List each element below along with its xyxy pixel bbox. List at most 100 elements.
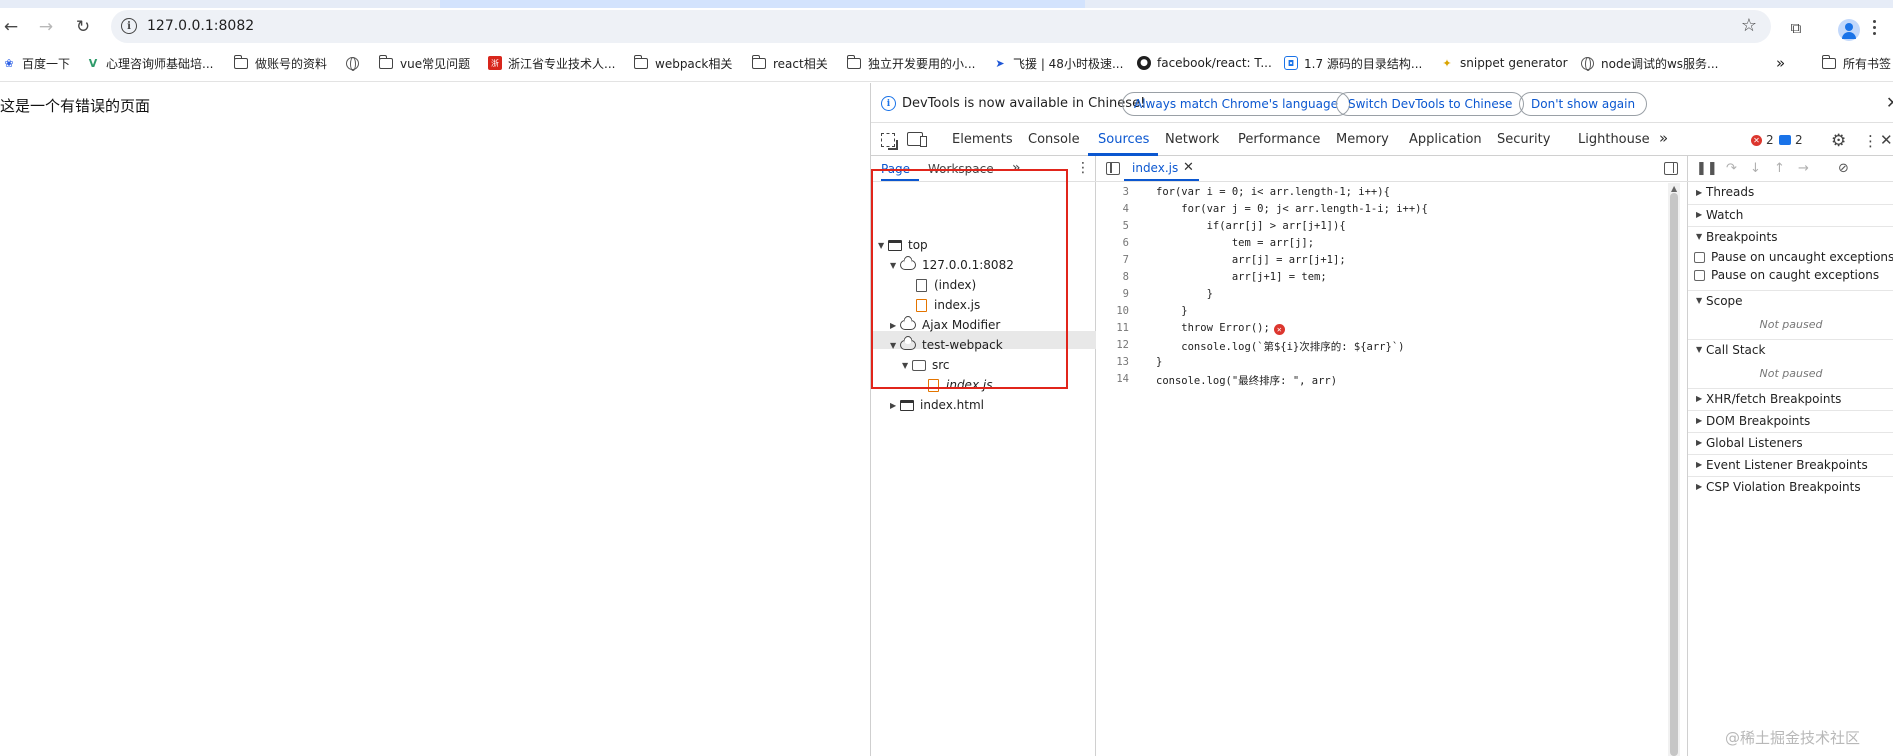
section-xhr-breakpoints[interactable]: ▶ XHR/fetch Breakpoints bbox=[1688, 388, 1893, 408]
tab-performance[interactable]: Performance bbox=[1238, 132, 1320, 147]
toggle-debugger-icon[interactable] bbox=[1664, 162, 1678, 175]
code-text[interactable]: throw Error(); ✕ bbox=[1156, 322, 1285, 335]
code-line[interactable]: 14 console.log("最终排序: ", arr) bbox=[1096, 373, 1666, 390]
bookmark-item[interactable]: node调试的ws服务... bbox=[1581, 54, 1718, 72]
code-text[interactable]: arr[j+1] = tem; bbox=[1156, 271, 1327, 283]
bookmark-item[interactable]: 独立开发要用的小... bbox=[846, 54, 975, 72]
bookmark-item[interactable]: ➤ 飞援 | 48小时极速... bbox=[993, 54, 1123, 72]
settings-gear-icon[interactable]: ⚙ bbox=[1831, 131, 1846, 151]
message-count-badge[interactable]: 2 bbox=[1779, 133, 1803, 147]
reload-button[interactable]: ↻ bbox=[72, 16, 94, 38]
section-dom-breakpoints[interactable]: ▶ DOM Breakpoints bbox=[1688, 410, 1893, 430]
code-line[interactable]: 9 } bbox=[1096, 288, 1666, 305]
section-watch[interactable]: ▶ Watch bbox=[1688, 204, 1893, 224]
inline-error-icon[interactable]: ✕ bbox=[1273, 324, 1285, 335]
code-text[interactable]: arr[j] = arr[j+1]; bbox=[1156, 254, 1346, 266]
bookmark-item[interactable]: 做账号的资料 bbox=[233, 54, 327, 72]
bookmarks-overflow-button[interactable]: » bbox=[1776, 54, 1785, 72]
line-number[interactable]: 6 bbox=[1096, 237, 1129, 249]
bookmark-item[interactable]: webpack相关 bbox=[633, 54, 732, 72]
line-number[interactable]: 4 bbox=[1096, 203, 1129, 215]
code-text[interactable]: tem = arr[j]; bbox=[1156, 237, 1314, 249]
switch-to-chinese-button[interactable]: Switch DevTools to Chinese bbox=[1336, 92, 1525, 116]
deactivate-breakpoints-icon[interactable]: ⊘ bbox=[1838, 161, 1849, 176]
code-text[interactable]: for(var i = 0; i< arr.length-1; i++){ bbox=[1156, 186, 1390, 198]
checkbox[interactable] bbox=[1694, 251, 1705, 263]
editor-file-tab[interactable]: index.js bbox=[1132, 161, 1178, 175]
tab-lighthouse[interactable]: Lighthouse bbox=[1578, 132, 1650, 147]
code-line[interactable]: 5 if(arr[j] > arr[j+1]){ bbox=[1096, 220, 1666, 237]
tab-console[interactable]: Console bbox=[1028, 132, 1080, 147]
error-count-badge[interactable]: ✕ 2 bbox=[1751, 133, 1774, 147]
bookmark-item[interactable]: 浙浙江省专业技术人... bbox=[488, 54, 615, 72]
more-tabs-button[interactable]: » bbox=[1659, 129, 1668, 147]
section-event-listener-breakpoints[interactable]: ▶ Event Listener Breakpoints bbox=[1688, 454, 1893, 474]
chrome-menu-button[interactable] bbox=[1873, 20, 1877, 38]
bookmark-item[interactable]: vue常见问题 bbox=[378, 54, 470, 72]
section-csp-breakpoints[interactable]: ▶ CSP Violation Breakpoints bbox=[1688, 476, 1893, 496]
pause-caught-checkbox[interactable]: Pause on caught exceptions bbox=[1694, 266, 1879, 284]
extensions-button[interactable]: ⧉ bbox=[1784, 16, 1808, 40]
code-line[interactable]: 6 tem = arr[j]; bbox=[1096, 237, 1666, 254]
line-number[interactable]: 3 bbox=[1096, 186, 1129, 198]
code-text-throw[interactable]: throw Error(); bbox=[1156, 322, 1270, 334]
code-text[interactable]: } bbox=[1156, 288, 1213, 300]
profile-avatar[interactable] bbox=[1838, 19, 1860, 41]
address-bar[interactable]: i 127.0.0.1:8082 ☆ bbox=[111, 10, 1771, 43]
checkbox[interactable] bbox=[1694, 269, 1705, 281]
forward-button[interactable]: → bbox=[35, 16, 57, 38]
dont-show-again-button[interactable]: Don't show again bbox=[1519, 92, 1648, 116]
bookmark-item[interactable]: react相关 bbox=[751, 54, 828, 72]
line-number[interactable]: 14 bbox=[1096, 373, 1129, 385]
back-button[interactable]: ← bbox=[0, 16, 22, 38]
code-text[interactable]: console.log(`第${i}次排序的: ${arr}`) bbox=[1156, 339, 1404, 354]
step-icon[interactable]: → bbox=[1798, 161, 1809, 176]
bookmark-item[interactable]: V 心理咨询师基础培... bbox=[86, 54, 214, 72]
bookmark-item[interactable]: ● facebook/react: T... bbox=[1137, 54, 1272, 72]
tab-network[interactable]: Network bbox=[1165, 132, 1219, 147]
code-line[interactable]: 12 console.log(`第${i}次排序的: ${arr}`) bbox=[1096, 339, 1666, 356]
section-scope[interactable]: ▼ Scope bbox=[1688, 290, 1893, 310]
bookmark-star-icon[interactable]: ☆ bbox=[1741, 15, 1757, 36]
code-text[interactable]: console.log("最终排序: ", arr) bbox=[1156, 373, 1337, 388]
section-call-stack[interactable]: ▼ Call Stack bbox=[1688, 339, 1893, 359]
line-number[interactable]: 11 bbox=[1096, 322, 1129, 334]
line-number[interactable]: 7 bbox=[1096, 254, 1129, 266]
pause-uncaught-checkbox[interactable]: Pause on uncaught exceptions bbox=[1694, 248, 1893, 266]
code-text[interactable]: } bbox=[1156, 356, 1162, 368]
all-bookmarks-button[interactable]: 所有书签 bbox=[1821, 54, 1891, 72]
step-over-icon[interactable]: ↷ bbox=[1726, 161, 1737, 176]
close-icon[interactable]: ✕ bbox=[1886, 93, 1893, 112]
device-toolbar-icon[interactable] bbox=[907, 132, 927, 147]
bookmark-item[interactable]: ❀ 百度一下 bbox=[2, 54, 70, 72]
line-number[interactable]: 9 bbox=[1096, 288, 1129, 300]
step-into-icon[interactable]: ↓ bbox=[1750, 161, 1761, 176]
toggle-navigator-icon[interactable] bbox=[1106, 162, 1120, 175]
more-options-icon[interactable]: ⋮ bbox=[1863, 132, 1878, 150]
editor-scrollbar[interactable] bbox=[1668, 183, 1680, 756]
tab-sources[interactable]: Sources bbox=[1098, 132, 1149, 147]
close-tab-icon[interactable]: ✕ bbox=[1183, 160, 1194, 175]
url-text[interactable]: 127.0.0.1:8082 bbox=[147, 18, 254, 34]
line-number[interactable]: 10 bbox=[1096, 305, 1129, 317]
site-info-icon[interactable]: i bbox=[121, 18, 137, 34]
code-text[interactable]: if(arr[j] > arr[j+1]){ bbox=[1156, 220, 1346, 232]
bookmark-item[interactable]: ◘ 1.7 源码的目录结构... bbox=[1284, 54, 1422, 72]
close-devtools-icon[interactable]: ✕ bbox=[1880, 131, 1893, 149]
code-line[interactable]: 10 } bbox=[1096, 305, 1666, 322]
step-out-icon[interactable]: ↑ bbox=[1774, 161, 1785, 176]
code-text[interactable]: for(var j = 0; j< arr.length-1-i; i++){ bbox=[1156, 203, 1428, 215]
always-match-language-button[interactable]: Always match Chrome's language bbox=[1122, 92, 1350, 116]
code-line[interactable]: 8 arr[j+1] = tem; bbox=[1096, 271, 1666, 288]
code-line[interactable]: 3 for(var i = 0; i< arr.length-1; i++){ bbox=[1096, 186, 1666, 203]
section-breakpoints[interactable]: ▼ Breakpoints bbox=[1688, 226, 1893, 246]
code-line[interactable]: 4 for(var j = 0; j< arr.length-1-i; i++)… bbox=[1096, 203, 1666, 220]
bookmark-item[interactable] bbox=[346, 54, 366, 72]
scrollbar-thumb[interactable] bbox=[1670, 193, 1678, 756]
tree-item-index-html[interactable]: ▶ index.html bbox=[890, 396, 984, 414]
code-line[interactable]: 11 throw Error(); ✕ bbox=[1096, 322, 1666, 339]
collapse-triangle-icon[interactable]: ▶ bbox=[890, 401, 900, 410]
section-global-listeners[interactable]: ▶ Global Listeners bbox=[1688, 432, 1893, 452]
code-text[interactable]: } bbox=[1156, 305, 1187, 317]
tab-security[interactable]: Security bbox=[1497, 132, 1550, 147]
